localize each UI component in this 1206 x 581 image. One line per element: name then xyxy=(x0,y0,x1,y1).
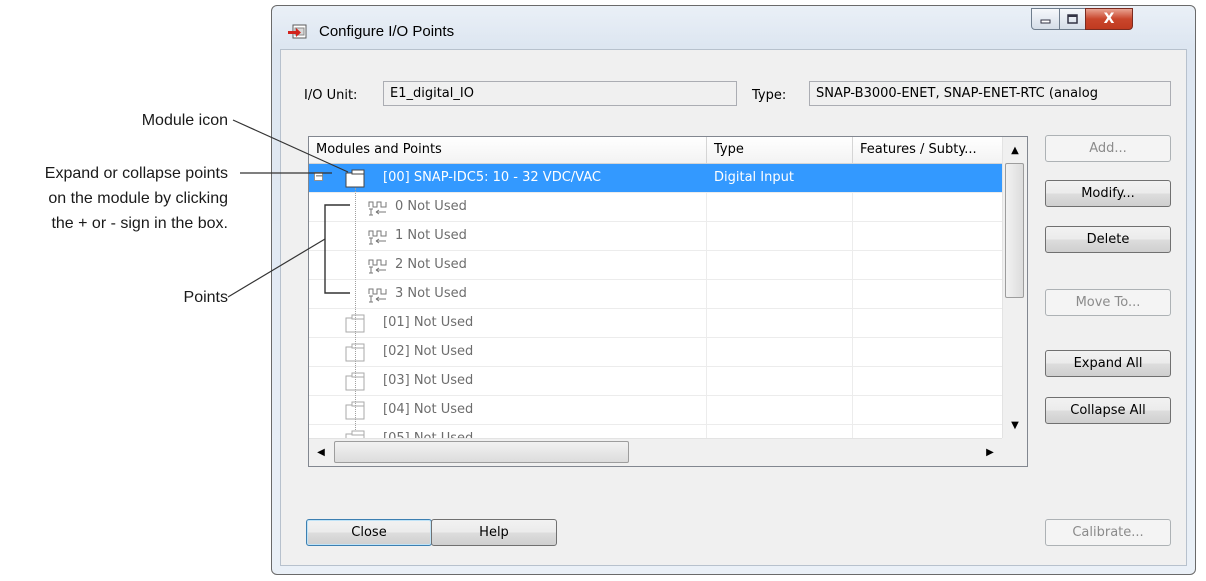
scroll-left-arrow-icon[interactable]: ◀ xyxy=(309,439,333,466)
collapse-icon[interactable]: − xyxy=(314,172,323,182)
annotation-line: the + or - sign in the box. xyxy=(51,215,228,232)
minimize-button[interactable] xyxy=(1031,8,1060,30)
module-features xyxy=(853,164,1002,192)
horizontal-scrollbar[interactable]: ◀ ▶ xyxy=(309,438,1002,466)
module-row-00[interactable]: − [00] SNAP-IDC5: 10 - 32 VDC/VAC Digita… xyxy=(309,164,1002,193)
maximize-icon xyxy=(1066,13,1078,24)
maximize-button[interactable] xyxy=(1059,8,1086,30)
annotation-expand-collapse: Expand or collapse points on the module … xyxy=(45,161,228,236)
point-label: 0 Not Used xyxy=(395,199,467,214)
list-header: Modules and Points Type Features / Subty… xyxy=(309,137,1002,164)
annotation-line: on the module by clicking xyxy=(48,190,228,207)
collapse-all-button[interactable]: Collapse All xyxy=(1045,397,1171,424)
point-row[interactable]: 3 Not Used xyxy=(309,280,1002,309)
modify-button[interactable]: Modify... xyxy=(1045,180,1171,207)
vertical-scrollbar[interactable]: ▲ ▼ xyxy=(1002,137,1027,438)
module-row[interactable]: [04] Not Used xyxy=(309,396,1002,425)
point-row[interactable]: 2 Not Used xyxy=(309,251,1002,280)
module-label: [04] Not Used xyxy=(383,402,474,417)
list-rows: − [00] SNAP-IDC5: 10 - 32 VDC/VAC Digita… xyxy=(309,164,1002,454)
horizontal-scroll-thumb[interactable] xyxy=(334,441,629,463)
scroll-down-arrow-icon[interactable]: ▼ xyxy=(1003,412,1027,438)
module-row[interactable]: [01] Not Used xyxy=(309,309,1002,338)
module-label: [02] Not Used xyxy=(383,344,474,359)
type-field: SNAP-B3000-ENET, SNAP-ENET-RTC (analog xyxy=(809,81,1171,106)
annotation-points: Points xyxy=(183,289,228,306)
modules-points-list[interactable]: Modules and Points Type Features / Subty… xyxy=(308,136,1028,467)
annotation-module-icon: Module icon xyxy=(141,112,228,129)
vertical-scroll-thumb[interactable] xyxy=(1005,163,1024,298)
io-unit-field: E1_digital_IO xyxy=(383,81,737,106)
tree-line xyxy=(355,188,356,430)
io-unit-label: I/O Unit: xyxy=(304,88,358,103)
point-label: 3 Not Used xyxy=(395,286,467,301)
scroll-corner xyxy=(1002,438,1027,466)
point-row[interactable]: 0 Not Used xyxy=(309,193,1002,222)
help-button[interactable]: Help xyxy=(431,519,557,546)
scroll-up-arrow-icon[interactable]: ▲ xyxy=(1003,137,1027,163)
close-button[interactable]: Close xyxy=(306,519,432,546)
type-label: Type: xyxy=(752,88,787,103)
column-header-features[interactable]: Features / Subty... xyxy=(853,137,1002,163)
module-row[interactable]: [03] Not Used xyxy=(309,367,1002,396)
close-icon: X xyxy=(1103,11,1115,27)
configure-io-icon xyxy=(288,24,307,39)
digital-point-icon xyxy=(368,230,387,245)
digital-point-icon xyxy=(368,201,387,216)
column-header-type[interactable]: Type xyxy=(707,137,853,163)
expand-all-button[interactable]: Expand All xyxy=(1045,350,1171,377)
digital-point-icon xyxy=(368,288,387,303)
module-icon xyxy=(345,169,365,188)
calibrate-button[interactable]: Calibrate... xyxy=(1045,519,1171,546)
scroll-right-arrow-icon[interactable]: ▶ xyxy=(978,439,1002,466)
module-type: Digital Input xyxy=(707,164,853,192)
module-label: [03] Not Used xyxy=(383,373,474,388)
add-button[interactable]: Add... xyxy=(1045,135,1171,162)
move-to-button[interactable]: Move To... xyxy=(1045,289,1171,316)
point-label: 1 Not Used xyxy=(395,228,467,243)
module-label: [01] Not Used xyxy=(383,315,474,330)
point-label: 2 Not Used xyxy=(395,257,467,272)
minimize-icon xyxy=(1040,19,1050,24)
module-row[interactable]: [02] Not Used xyxy=(309,338,1002,367)
digital-point-icon xyxy=(368,259,387,274)
module-label: [00] SNAP-IDC5: 10 - 32 VDC/VAC xyxy=(383,170,601,185)
point-row[interactable]: 1 Not Used xyxy=(309,222,1002,251)
column-header-modules[interactable]: Modules and Points xyxy=(309,137,707,163)
delete-button[interactable]: Delete xyxy=(1045,226,1171,253)
window-title: Configure I/O Points xyxy=(319,23,455,40)
annotation-line: Expand or collapse points xyxy=(44,165,228,182)
close-window-button[interactable]: X xyxy=(1085,8,1133,30)
